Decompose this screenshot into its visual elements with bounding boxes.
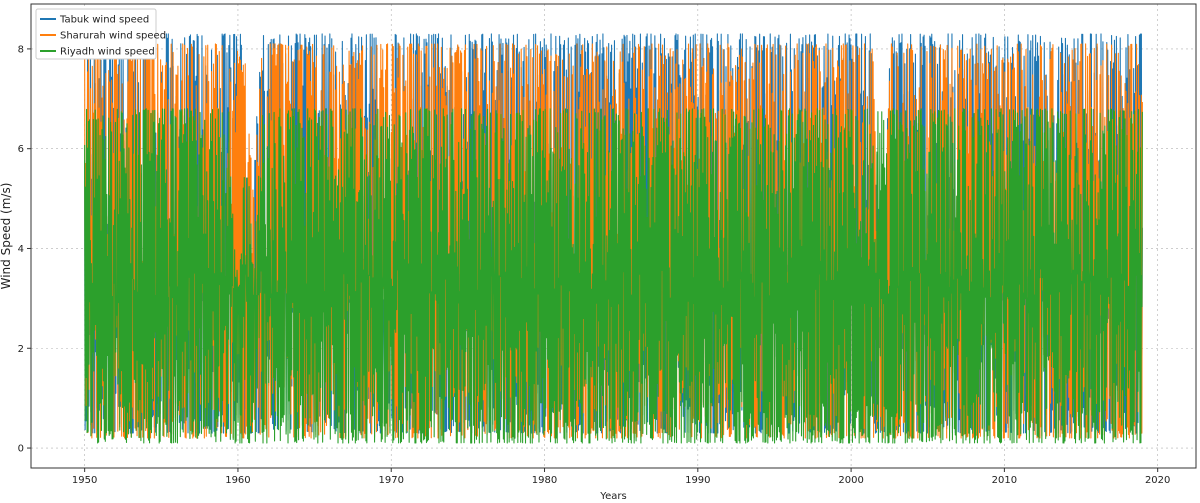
y-tick-label: 2: [18, 344, 24, 355]
wind-speed-chart: 1950 1960 1970 1980 1990 2000 2010 2020 0 2 4 6 8 Ye…: [0, 3, 1197, 502]
y-tick-label: 6: [18, 144, 24, 155]
x-axis-label: Years: [599, 491, 626, 502]
legend-label: Sharurah wind speed: [60, 31, 166, 42]
x-tick-label: 1960: [225, 475, 250, 486]
x-tick-label: 2000: [838, 475, 863, 486]
legend-label: Riyadh wind speed: [60, 47, 155, 58]
y-tick-label: 8: [18, 44, 24, 55]
x-tick-label: 1990: [685, 475, 710, 486]
x-tick-label: 1980: [532, 475, 557, 486]
series-lines: [84, 33, 1143, 444]
legend-label: Tabuk wind speed: [59, 15, 149, 26]
y-axis-label: Wind Speed (m/s): [0, 183, 13, 290]
legend: Tabuk wind speed Sharurah wind speed Riyad…: [35, 8, 166, 60]
x-tick-label: 1950: [72, 475, 97, 486]
x-tick-label: 2010: [992, 475, 1017, 486]
x-tick-label: 1970: [379, 475, 404, 486]
y-tick-label: 4: [18, 244, 24, 255]
y-tick-label: 0: [18, 444, 24, 455]
x-tick-label: 2020: [1145, 475, 1170, 486]
